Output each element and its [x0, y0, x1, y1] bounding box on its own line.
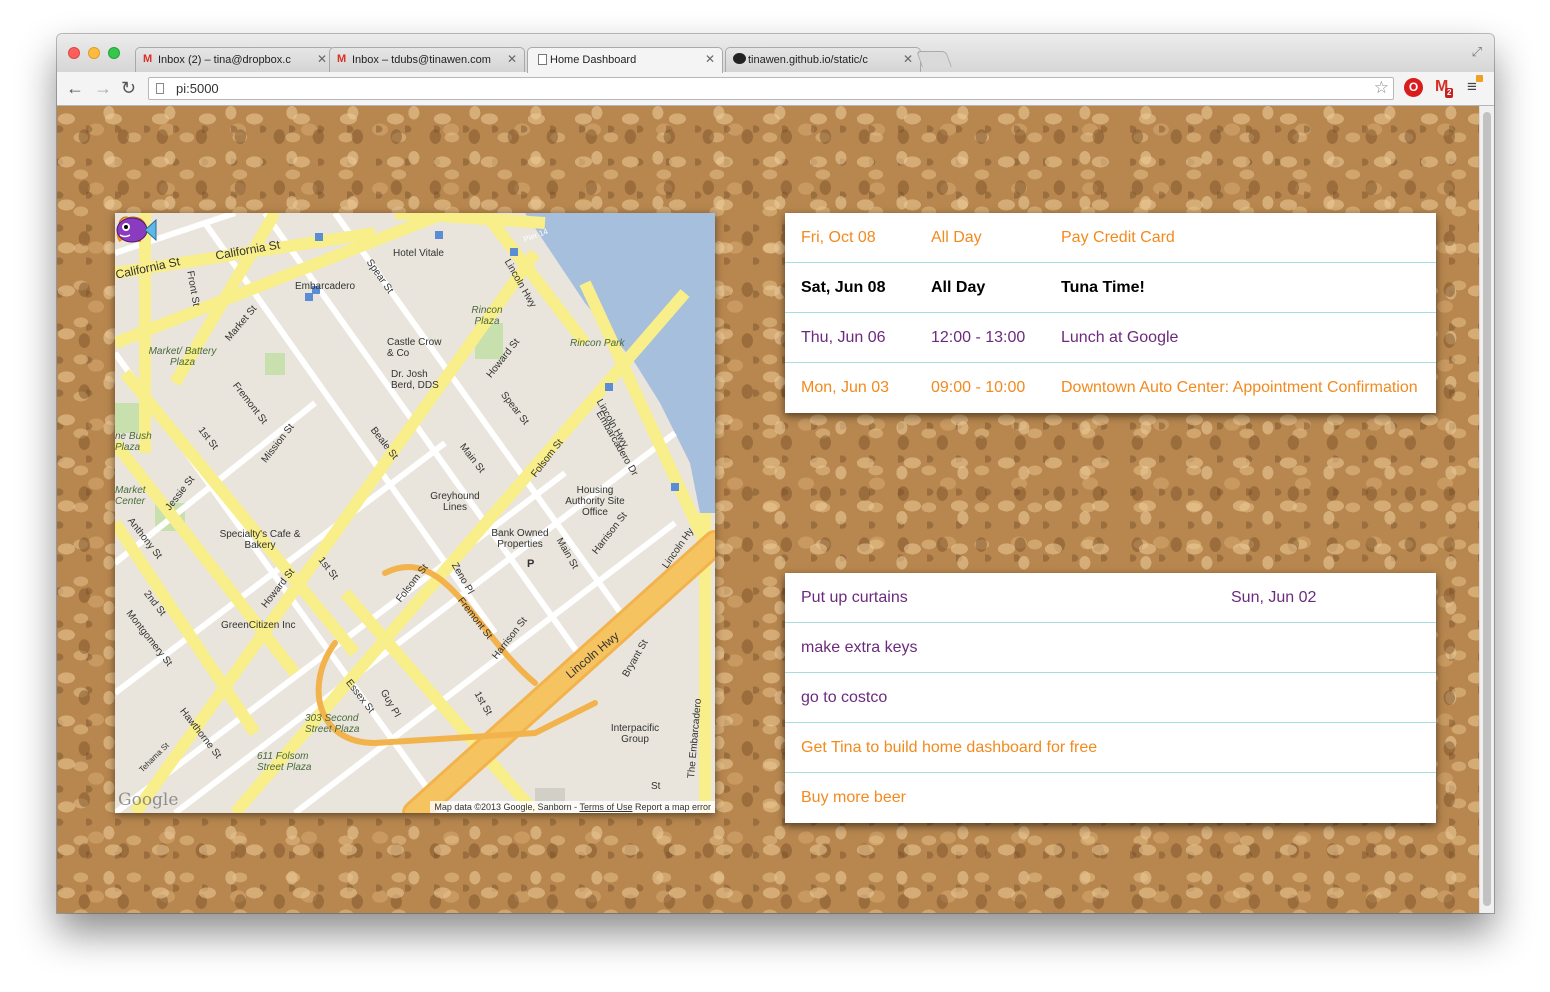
close-window-button[interactable] — [68, 47, 80, 59]
gmail-badge: 2 — [1445, 88, 1454, 98]
page-icon — [538, 54, 547, 65]
todo-title: go to costco — [801, 689, 888, 706]
event-date: Thu, Jun 06 — [801, 329, 886, 346]
browser-window: M Inbox (2) – tina@dropbox.c ✕ M Inbox –… — [57, 34, 1494, 913]
map-widget[interactable]: California St California St Front St Mar… — [115, 213, 715, 813]
gmail-icon: M — [337, 53, 347, 65]
google-logo: Google — [118, 790, 179, 810]
poi-label: Market/ Battery Plaza — [148, 346, 217, 368]
event-row[interactable]: Mon, Jun 03 09:00 - 10:00 Downtown Auto … — [785, 363, 1436, 413]
vertical-scrollbar[interactable] — [1479, 106, 1494, 913]
todo-title: Get Tina to build home dashboard for fre… — [801, 739, 1098, 756]
menu-icon[interactable]: ≡ — [1467, 75, 1483, 97]
calendar-events-card: Fri, Oct 08 All Day Pay Credit Card Sat,… — [785, 213, 1436, 413]
tab-label: Home Dashboard — [550, 54, 637, 66]
poi-label: Embarcadero — [295, 281, 356, 292]
poi-label: ne Bush Plaza — [115, 431, 152, 453]
event-date: Sat, Jun 08 — [801, 279, 886, 296]
poi-label: Greyhound Lines — [430, 491, 480, 513]
event-title: Downtown Auto Center: Appointment Confir… — [1061, 379, 1418, 396]
forward-icon[interactable]: → — [94, 77, 112, 99]
close-tab-icon[interactable]: ✕ — [705, 52, 715, 66]
fish-marker-icon[interactable] — [115, 213, 157, 247]
poi-label: 303 Second Street Plaza — [305, 713, 360, 735]
tab-label: Inbox (2) – tina@dropbox.c — [158, 54, 291, 66]
gmail-notifier-icon[interactable]: M2 — [1435, 78, 1454, 98]
page-icon — [156, 83, 164, 94]
poi-label: Interpacific Group — [610, 723, 660, 745]
poi-label: Hotel Vitale — [393, 248, 444, 259]
parking-icon: P — [527, 558, 535, 570]
todo-list-card: Put up curtains Sun, Jun 02 make extra k… — [785, 573, 1436, 823]
event-title: Tuna Time! — [1061, 279, 1145, 296]
bookmark-star-icon[interactable]: ☆ — [1374, 78, 1389, 98]
street-label: St — [651, 781, 661, 792]
poi-label: Rincon Park — [570, 338, 625, 349]
attribution-text: Map data ©2013 Google, Sanborn — [434, 802, 572, 812]
poi-label: Market Center — [115, 485, 146, 507]
poi-label: GreenCitizen Inc — [221, 620, 296, 631]
todo-row[interactable]: go to costco — [785, 673, 1436, 723]
poi-label: Bank Owned Properties — [491, 528, 549, 550]
opera-extension-icon[interactable]: O — [1404, 78, 1423, 97]
scrollbar-thumb[interactable] — [1483, 112, 1491, 906]
event-title: Lunch at Google — [1061, 329, 1179, 346]
tab-inbox-tinawen[interactable]: M Inbox – tdubs@tinawen.com ✕ — [329, 47, 525, 72]
event-time: 12:00 - 13:00 — [931, 329, 1026, 346]
tab-label: Inbox – tdubs@tinawen.com — [352, 54, 491, 66]
todo-row[interactable]: Get Tina to build home dashboard for fre… — [785, 723, 1436, 773]
todo-row[interactable]: make extra keys — [785, 623, 1436, 673]
poi-label: Rincon Plaza — [471, 305, 503, 327]
event-title: Pay Credit Card — [1061, 229, 1175, 246]
terms-link[interactable]: Terms of Use — [579, 802, 632, 812]
tab-github[interactable]: tinawen.github.io/static/c ✕ — [725, 47, 921, 72]
reload-icon[interactable]: ↻ — [121, 77, 136, 99]
todo-title: Buy more beer — [801, 789, 906, 806]
zoom-window-button[interactable] — [108, 47, 120, 59]
report-link[interactable]: Report a map error — [635, 802, 711, 812]
event-row[interactable]: Sat, Jun 08 All Day Tuna Time! — [785, 263, 1436, 313]
tab-home-dashboard[interactable]: Home Dashboard ✕ — [527, 47, 723, 73]
new-tab-button[interactable] — [916, 51, 952, 67]
event-date: Fri, Oct 08 — [801, 229, 876, 246]
event-time: All Day — [931, 229, 982, 246]
todo-title: make extra keys — [801, 639, 918, 656]
poi-label: Specialty's Cafe & Bakery — [219, 529, 301, 551]
minimize-window-button[interactable] — [88, 47, 100, 59]
event-time: All Day — [931, 279, 986, 296]
title-bar: M Inbox (2) – tina@dropbox.c ✕ M Inbox –… — [57, 34, 1494, 73]
page-viewport: California St California St Front St Mar… — [57, 106, 1479, 913]
poi-label: Dr. Josh Berd, DDS — [391, 369, 439, 391]
back-icon[interactable]: ← — [66, 77, 84, 99]
address-bar[interactable]: pi:5000 ☆ — [148, 77, 1394, 100]
close-tab-icon[interactable]: ✕ — [317, 52, 327, 66]
tab-inbox-dropbox[interactable]: M Inbox (2) – tina@dropbox.c ✕ — [135, 47, 335, 72]
fullscreen-icon[interactable]: ⤢ — [1472, 44, 1482, 60]
map-attribution: Map data ©2013 Google, Sanborn - Terms o… — [430, 801, 715, 813]
tab-label: tinawen.github.io/static/c — [748, 54, 868, 66]
url-text[interactable]: pi:5000 — [176, 81, 219, 96]
update-indicator-icon — [1476, 75, 1483, 82]
todo-row[interactable]: Buy more beer — [785, 773, 1436, 823]
event-time: 09:00 - 10:00 — [931, 379, 1026, 396]
github-icon — [733, 53, 746, 64]
todo-row[interactable]: Put up curtains Sun, Jun 02 — [785, 573, 1436, 623]
browser-toolbar: ← → ↻ pi:5000 ☆ O M2 ≡ — [57, 72, 1494, 106]
close-tab-icon[interactable]: ✕ — [903, 52, 913, 66]
gmail-icon: M — [143, 53, 153, 65]
todo-due-date: Sun, Jun 02 — [1231, 589, 1317, 606]
poi-label: Castle Crow & Co — [387, 337, 442, 359]
event-date: Mon, Jun 03 — [801, 379, 890, 396]
poi-label: 611 Folsom Street Plaza — [257, 751, 312, 773]
event-row[interactable]: Thu, Jun 06 12:00 - 13:00 Lunch at Googl… — [785, 313, 1436, 363]
todo-title: Put up curtains — [801, 589, 908, 606]
close-tab-icon[interactable]: ✕ — [507, 52, 517, 66]
event-row[interactable]: Fri, Oct 08 All Day Pay Credit Card — [785, 213, 1436, 263]
